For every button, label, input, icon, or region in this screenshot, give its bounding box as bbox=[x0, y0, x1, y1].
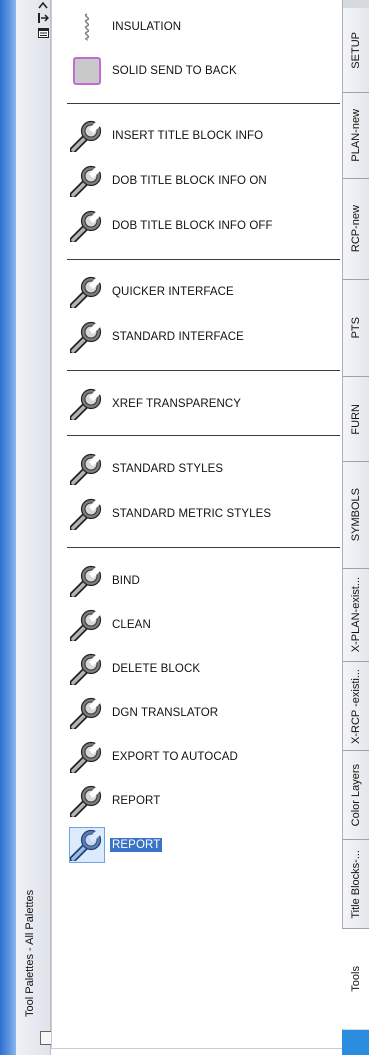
window-edge bbox=[0, 0, 16, 1055]
tab-setup[interactable]: SETUP bbox=[343, 8, 369, 93]
tab-furn[interactable]: FURN bbox=[343, 377, 369, 462]
tool-item-label: EXPORT TO AUTOCAD bbox=[112, 751, 238, 763]
tool-item-dgn-translator[interactable]: DGN TRANSLATOR bbox=[70, 694, 218, 732]
tabs-scroll-accent bbox=[342, 1030, 369, 1055]
tool-item-dob-title-block-info-on[interactable]: DOB TITLE BLOCK INFO ON bbox=[70, 162, 267, 200]
properties-icon[interactable] bbox=[38, 28, 49, 41]
tab-label: RCP-new bbox=[350, 205, 362, 253]
tool-item-label: DOB TITLE BLOCK INFO ON bbox=[112, 175, 267, 187]
wrench-icon bbox=[70, 497, 104, 531]
tool-item-label: QUICKER INTERFACE bbox=[112, 286, 234, 298]
tab-label: PTS bbox=[350, 317, 362, 339]
tab-label: Tools bbox=[349, 966, 362, 992]
tab-label: SETUP bbox=[350, 31, 362, 69]
palette-separator bbox=[67, 547, 340, 548]
tab-x-rcp-exist[interactable]: X-RCP -existi... bbox=[343, 662, 369, 751]
tool-item-label: STANDARD STYLES bbox=[112, 463, 224, 475]
tool-item-standard-styles[interactable]: STANDARD STYLES bbox=[70, 450, 223, 488]
tool-item-label: STANDARD METRIC STYLES bbox=[112, 508, 272, 520]
palette-separator bbox=[67, 435, 340, 436]
tool-item-label: DOB TITLE BLOCK INFO OFF bbox=[112, 220, 273, 232]
insulation-icon bbox=[70, 10, 104, 44]
tool-item-standard-metric-styles[interactable]: STANDARD METRIC STYLES bbox=[70, 495, 271, 533]
wrench-icon bbox=[70, 784, 104, 818]
tool-item-label: INSULATION bbox=[112, 21, 182, 33]
tool-item-label: DELETE BLOCK bbox=[112, 663, 201, 675]
auto-hide-icon[interactable] bbox=[38, 13, 50, 26]
palette-separator bbox=[67, 103, 340, 104]
wrench-icon bbox=[69, 827, 105, 863]
tab-rcp-new[interactable]: RCP-new bbox=[343, 179, 369, 280]
tool-item-label: INSERT TITLE BLOCK INFO bbox=[112, 130, 264, 142]
wrench-icon bbox=[70, 164, 104, 198]
tab-x-plan-exist[interactable]: X-PLAN-exist... bbox=[343, 569, 369, 662]
wrench-icon bbox=[70, 652, 104, 686]
tool-palette: INSULATION SOLID SEND TO BACK INSERT TIT… bbox=[51, 0, 343, 1049]
tab-label: X-RCP -existi... bbox=[350, 668, 362, 744]
wrench-icon bbox=[70, 452, 104, 486]
tab-pts[interactable]: PTS bbox=[343, 280, 369, 377]
tool-item-label: REPORT bbox=[110, 838, 163, 852]
tool-item-report-selected[interactable]: REPORT bbox=[69, 826, 163, 864]
wrench-icon bbox=[70, 275, 104, 309]
tool-item-solid-send-to-back[interactable]: SOLID SEND TO BACK bbox=[70, 52, 237, 90]
tool-item-dob-title-block-info-off[interactable]: DOB TITLE BLOCK INFO OFF bbox=[70, 207, 273, 245]
tab-tools[interactable]: Tools bbox=[342, 929, 369, 1029]
wrench-icon bbox=[70, 119, 104, 153]
tab-label: Color Layers bbox=[350, 763, 362, 827]
tool-item-label: STANDARD INTERFACE bbox=[112, 331, 244, 343]
wrench-icon bbox=[70, 564, 104, 598]
tab-label: SYMBOLS bbox=[350, 488, 362, 542]
chevron-up-icon[interactable] bbox=[38, 0, 48, 12]
tool-item-standard-interface[interactable]: STANDARD INTERFACE bbox=[70, 318, 244, 356]
tab-label: X-PLAN-exist... bbox=[350, 577, 362, 653]
tool-item-label: DGN TRANSLATOR bbox=[112, 707, 219, 719]
wrench-icon bbox=[70, 608, 104, 642]
tab-symbols[interactable]: SYMBOLS bbox=[343, 462, 369, 569]
tool-item-insert-title-block-info[interactable]: INSERT TITLE BLOCK INFO bbox=[70, 117, 263, 155]
tool-item-bind[interactable]: BIND bbox=[70, 562, 140, 600]
wrench-icon bbox=[70, 740, 104, 774]
tool-item-quicker-interface[interactable]: QUICKER INTERFACE bbox=[70, 273, 234, 311]
solid-fill-icon bbox=[70, 54, 104, 88]
wrench-icon bbox=[70, 696, 104, 730]
tool-item-delete-block[interactable]: DELETE BLOCK bbox=[70, 650, 200, 688]
tool-item-label: REPORT bbox=[112, 795, 161, 807]
palette-separator bbox=[67, 370, 340, 371]
tab-plan-new[interactable]: PLAN-new bbox=[343, 93, 369, 179]
tool-item-export-to-autocad[interactable]: EXPORT TO AUTOCAD bbox=[70, 738, 238, 776]
palette-title: Tool Palettes - All Palettes bbox=[24, 889, 36, 1017]
tool-item-insulation[interactable]: INSULATION bbox=[70, 8, 181, 46]
tool-item-clean[interactable]: CLEAN bbox=[70, 606, 151, 644]
wrench-icon bbox=[70, 209, 104, 243]
palette-tabs: SETUP PLAN-new RCP-new PTS FURN SYMBOLS … bbox=[342, 0, 369, 1055]
tab-label: PLAN-new bbox=[350, 109, 362, 162]
tool-item-label: XREF TRANSPARENCY bbox=[112, 398, 242, 410]
tool-item-label: CLEAN bbox=[112, 619, 151, 631]
palette-separator bbox=[67, 259, 340, 260]
wrench-icon bbox=[70, 387, 104, 421]
tab-label: Title Blocks-... bbox=[350, 849, 362, 919]
palette-title-strip[interactable]: Tool Palettes - All Palettes bbox=[16, 0, 52, 1055]
tool-item-label: BIND bbox=[112, 575, 140, 587]
tab-title-blocks[interactable]: Title Blocks-... bbox=[343, 840, 369, 929]
wrench-icon bbox=[70, 320, 104, 354]
tab-color-layers[interactable]: Color Layers bbox=[343, 751, 369, 840]
tool-item-xref-transparency[interactable]: XREF TRANSPARENCY bbox=[70, 385, 241, 423]
tool-item-report[interactable]: REPORT bbox=[70, 782, 160, 820]
tool-item-label: SOLID SEND TO BACK bbox=[112, 65, 237, 77]
tab-label: FURN bbox=[350, 403, 362, 435]
